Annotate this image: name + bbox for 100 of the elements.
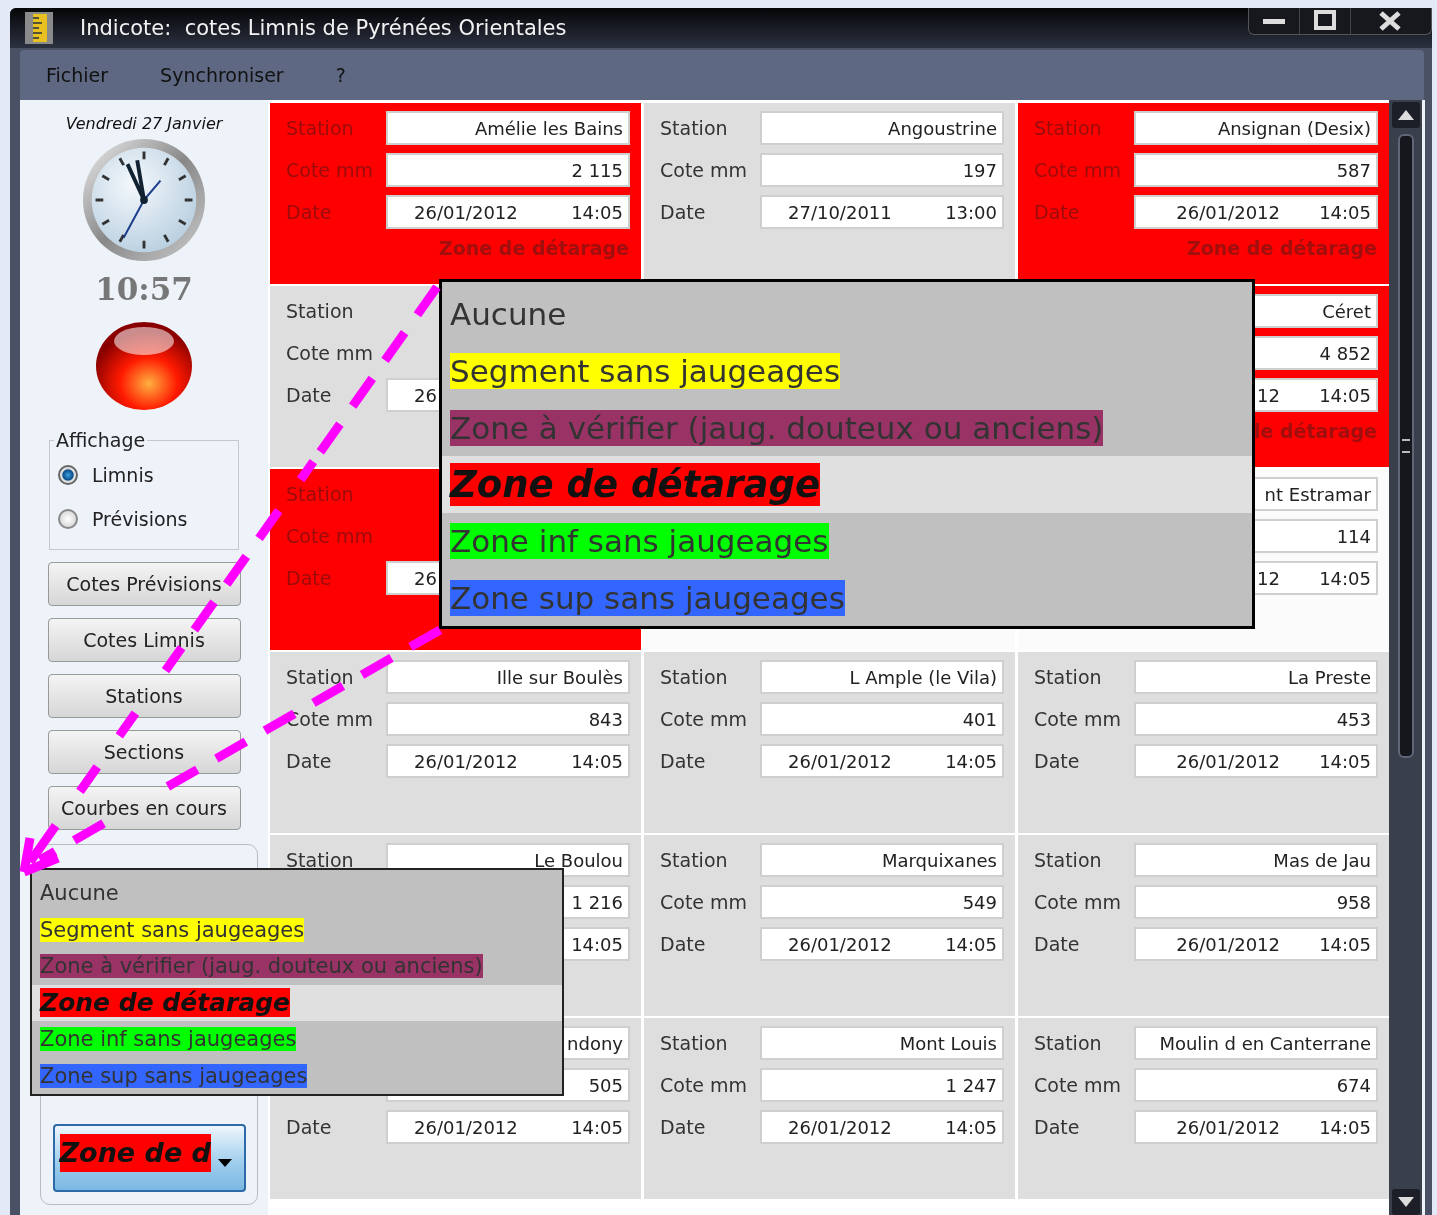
date-text: 26/01/2012 [1175, 1116, 1280, 1138]
dropdown-option[interactable]: Aucune [32, 875, 562, 912]
station-field: Marquixanes [760, 843, 1004, 877]
date-text: 26/01/2012 [788, 1116, 893, 1138]
time-text: 14:05 [1319, 1116, 1371, 1138]
field-label: Date [660, 201, 707, 223]
cote-field: 958 [1134, 885, 1378, 919]
station-field: Angoustrine [760, 111, 1004, 145]
dropdown-option[interactable]: Segment sans jaugeages [32, 911, 562, 948]
cote-field: 1 247 [760, 1068, 1004, 1102]
cote-field: 401 [760, 702, 1004, 736]
cote-field: 843 [386, 702, 630, 736]
dropdown-option[interactable]: Zone de détarage [32, 984, 562, 1021]
date-text: 26/01/2012 [414, 201, 519, 223]
field-label: Cote mm [1034, 1074, 1123, 1096]
field-label: Cote mm [1034, 891, 1123, 913]
date-text: 26/01/2012 [414, 750, 519, 772]
station-field: Mont Louis [760, 1026, 1004, 1060]
date-text: 26 [414, 384, 438, 406]
field-label: Station [1034, 849, 1103, 871]
sidebar-button[interactable]: Cotes Prévisions [47, 562, 241, 606]
time-text: 14:05 [945, 750, 997, 772]
time-text: 14:05 [1319, 750, 1371, 772]
cote-field: 453 [1134, 702, 1378, 736]
sidebar-button[interactable]: Stations [47, 674, 241, 718]
field-label: Date [1034, 933, 1081, 955]
time-text: 14:05 [945, 1116, 997, 1138]
field-label: Station [660, 1032, 729, 1054]
radio-label[interactable]: Prévisions [92, 508, 188, 530]
zone-label: Zone de détarage [1185, 237, 1378, 259]
time-text: 13:00 [945, 201, 997, 223]
field-label: Date [286, 750, 333, 772]
field-label: Station [286, 300, 355, 322]
field-label: Cote mm [286, 159, 375, 181]
window-title: Indicote: cotes Limnis de Pyrénées Orientales [80, 16, 567, 40]
field-label: Station [286, 117, 355, 139]
time-text: 14:05 [571, 1116, 623, 1138]
sidebar-button[interactable]: Cotes Limnis [47, 618, 241, 662]
field-label: Station [286, 849, 355, 871]
date-text: 12 [1256, 567, 1280, 589]
field-label: Station [286, 483, 355, 505]
field-label: Station [1034, 1032, 1103, 1054]
field-label: Cote mm [660, 708, 749, 730]
station-field: Mas de Jau [1134, 843, 1378, 877]
time-text: 14:05 [1319, 201, 1371, 223]
field-label: Cote mm [286, 342, 375, 364]
cote-field: 549 [760, 885, 1004, 919]
field-label: Cote mm [660, 159, 749, 181]
sidebar-button[interactable]: Sections [47, 730, 241, 774]
cote-field: 587 [1134, 153, 1378, 187]
field-label: Date [286, 567, 333, 589]
date-text: 26/01/2012 [1175, 201, 1280, 223]
dropdown-option: Zone de détarage [442, 456, 1252, 513]
field-label: Station [660, 117, 729, 139]
field-label: Date [660, 933, 707, 955]
field-label: Station [660, 666, 729, 688]
field-label: Station [660, 849, 729, 871]
cote-field: 197 [760, 153, 1004, 187]
field-label: Cote mm [1034, 159, 1123, 181]
date-text: 12 [1256, 384, 1280, 406]
station-field: Ansignan (Desix) [1134, 111, 1378, 145]
date-text: 26/01/2012 [788, 750, 893, 772]
dropdown-option[interactable]: Zone inf sans jaugeages [32, 1021, 562, 1058]
station-field: Moulin d en Canterrane [1134, 1026, 1378, 1060]
field-label: Station [1034, 117, 1103, 139]
field-label: Station [286, 666, 355, 688]
field-label: Cote mm [660, 1074, 749, 1096]
station-field: La Preste [1134, 660, 1378, 694]
station-field: L Ample (le Vila) [760, 660, 1004, 694]
date-text: 26 [414, 567, 438, 589]
dropdown-option: Zone sup sans jaugeages [442, 569, 1252, 627]
time-text: 14:05 [1319, 933, 1371, 955]
sidebar-button[interactable]: Courbes en cours [47, 786, 241, 830]
zone-label: Zone de détarage [437, 237, 630, 259]
date-text: 27/10/2011 [788, 201, 893, 223]
time-text: 14:05 [1319, 384, 1371, 406]
field-label: Station [1034, 666, 1103, 688]
group-title: Affichage [55, 429, 147, 451]
field-label: Cote mm [660, 891, 749, 913]
time-text: 14:05 [945, 933, 997, 955]
time-text: 14:05 [571, 201, 623, 223]
date-text: 26/01/2012 [1175, 933, 1280, 955]
time-text: 14:05 [571, 933, 623, 955]
field-label: Date [286, 1116, 333, 1138]
field-label: Date [286, 201, 333, 223]
radio-label[interactable]: Limnis [92, 464, 154, 486]
date-label: Vendredi 27 Janvier [65, 114, 223, 133]
field-label: Date [660, 750, 707, 772]
cote-field: 2 115 [386, 153, 630, 187]
cote-field: 674 [1134, 1068, 1378, 1102]
field-label: Date [1034, 1116, 1081, 1138]
field-label: Date [1034, 201, 1081, 223]
field-label: Cote mm [1034, 708, 1123, 730]
time-text: 14:05 [1319, 567, 1371, 589]
field-label: Date [286, 384, 333, 406]
time-label: 10:57 [95, 271, 193, 307]
field-label: Cote mm [286, 525, 375, 547]
date-text: 26/01/2012 [1175, 750, 1280, 772]
date-text: 26/01/2012 [414, 1116, 519, 1138]
field-label: Date [1034, 750, 1081, 772]
